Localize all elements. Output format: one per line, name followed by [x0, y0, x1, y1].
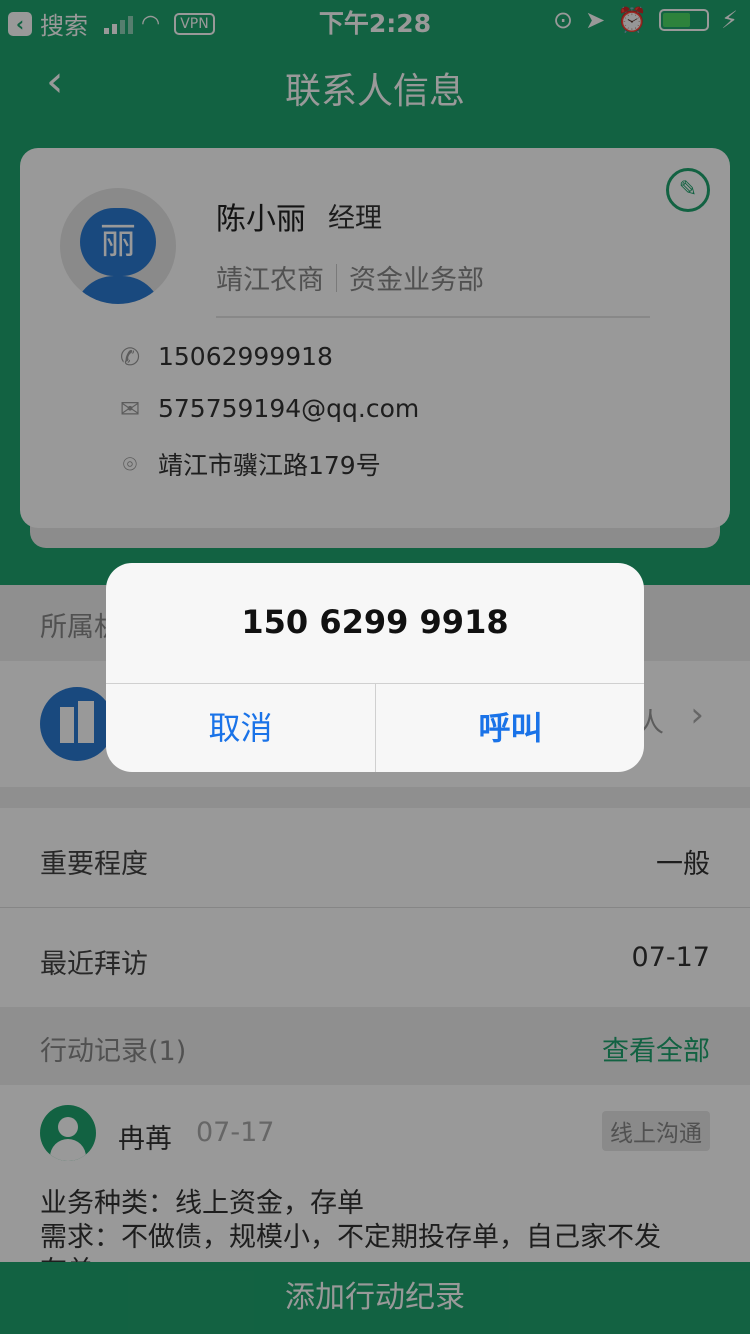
cancel-button[interactable]: 取消	[106, 684, 375, 772]
alert-phone-number: 150 6299 9918	[241, 603, 509, 641]
call-alert: 150 6299 9918 取消 呼叫	[106, 563, 644, 772]
call-button[interactable]: 呼叫	[376, 684, 644, 772]
